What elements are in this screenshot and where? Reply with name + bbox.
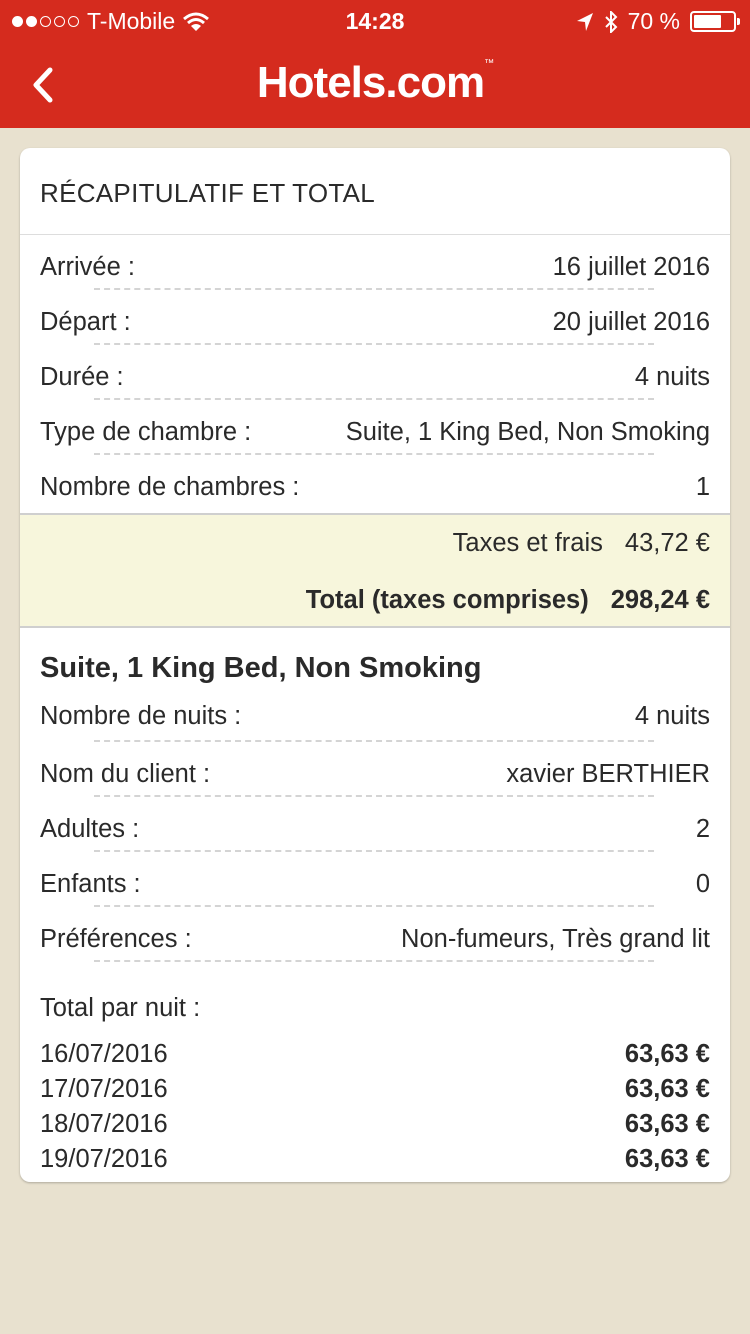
list-item: 18/07/2016 63,63 € — [40, 1110, 710, 1138]
room-row-guest-name: Nom du client : xavier BERTHIER — [20, 742, 730, 797]
room-row-adults: Adultes : 2 — [20, 797, 730, 852]
list-item: 19/07/2016 63,63 € — [40, 1145, 710, 1173]
list-item: 17/07/2016 63,63 € — [40, 1075, 710, 1103]
summary-row-room-type: Type de chambre : Suite, 1 King Bed, Non… — [20, 400, 730, 455]
room-row-children: Enfants : 0 — [20, 852, 730, 907]
per-night-list: 16/07/2016 63,63 € 17/07/2016 63,63 € 18… — [40, 1038, 710, 1178]
location-arrow-icon — [576, 12, 593, 31]
per-night-label: Total par nuit : — [40, 994, 201, 1022]
room-title: Suite, 1 King Bed, Non Smoking — [40, 652, 482, 684]
list-item: 16/07/2016 63,63 € — [40, 1040, 710, 1068]
total-line: Total (taxes comprises) 298,24 € — [305, 586, 710, 614]
status-bar: T-Mobile 14:28 70 % — [0, 0, 750, 40]
summary-row-room-count: Nombre de chambres : 1 — [40, 473, 710, 501]
summary-title: RÉCAPITULATIF ET TOTAL — [20, 148, 730, 235]
battery-percent: 70 % — [627, 8, 680, 34]
room-row-nights: Nombre de nuits : 4 nuits — [20, 688, 730, 742]
taxes-line: Taxes et frais 43,72 € — [452, 529, 710, 557]
summary-row-arrival: Arrivée : 16 juillet 2016 — [20, 235, 730, 290]
summary-row-duration: Durée : 4 nuits — [20, 345, 730, 400]
battery-icon — [690, 11, 740, 32]
brand-logo: Hotels.com™ — [256, 58, 494, 107]
bluetooth-icon — [604, 10, 617, 33]
summary-row-departure: Départ : 20 juillet 2016 — [20, 290, 730, 345]
totals-panel: Taxes et frais 43,72 € Total (taxes comp… — [20, 513, 730, 628]
summary-card: RÉCAPITULATIF ET TOTAL Arrivée : 16 juil… — [20, 148, 730, 1182]
room-row-preferences: Préférences : Non-fumeurs, Très grand li… — [20, 907, 730, 962]
top-bar: T-Mobile 14:28 70 % Hotels.com™ — [0, 0, 750, 128]
